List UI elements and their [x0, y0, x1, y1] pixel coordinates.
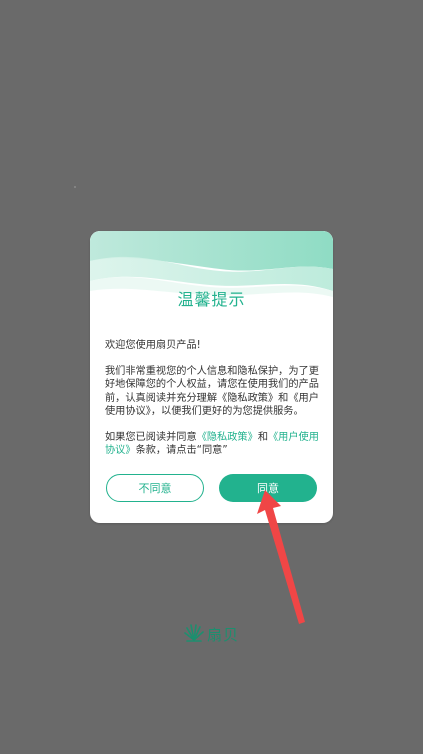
privacy-dialog: 温馨提示 欢迎您使用扇贝产品! 我们非常重视您的个人信息和隐私保护，为了更好地保… — [90, 231, 333, 523]
greeting-text: 欢迎您使用扇贝产品! — [105, 340, 201, 351]
consent-suffix: 条款，请点击“同意” — [135, 445, 228, 456]
dialog-actions: 不同意 同意 — [106, 473, 317, 503]
app-logo: 扇贝 — [183, 620, 239, 645]
privacy-policy-link[interactable]: 《隐私政策》 — [197, 432, 258, 443]
consent-prefix: 如果您已阅读并同意 — [105, 431, 197, 443]
scallop-logo-icon — [184, 623, 204, 642]
consent-text: 如果您已阅读并同意《隐私政策》和《用户使用协议》条款，请点击“同意” — [105, 431, 321, 458]
disagree-button[interactable]: 不同意 — [106, 474, 204, 502]
logo-text: 扇贝 — [207, 626, 240, 644]
background-dot — [74, 186, 76, 188]
privacy-description: 我们非常重视您的个人信息和隐私保护，为了更好地保障您的个人权益，请您在使用我们的… — [105, 365, 319, 418]
agree-button[interactable]: 同意 — [219, 474, 317, 502]
dialog-body: 欢迎您使用扇贝产品! 我们非常重视您的个人信息和隐私保护，为了更好地保障您的个人… — [105, 339, 321, 458]
consent-and: 和 — [257, 431, 268, 443]
dialog-title: 温馨提示 — [177, 290, 246, 309]
